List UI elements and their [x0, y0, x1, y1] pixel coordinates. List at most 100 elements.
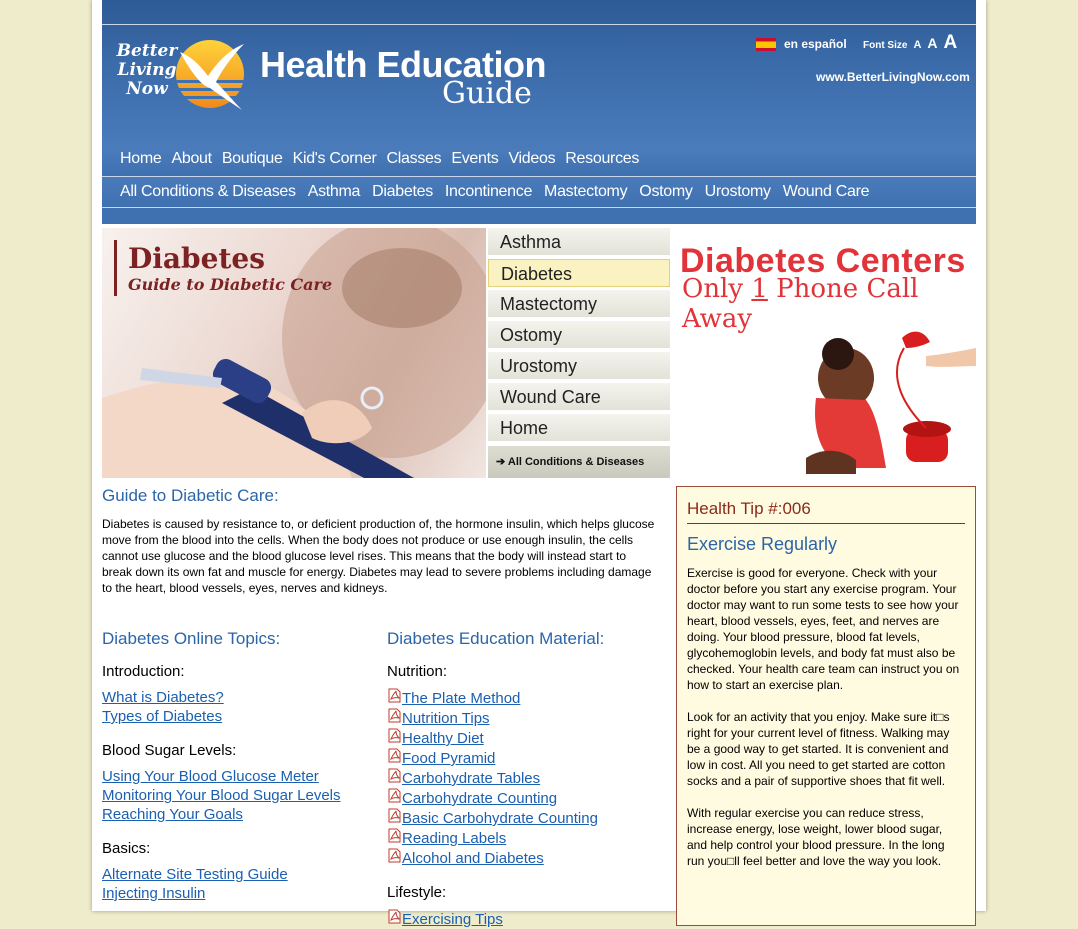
pdf-material-label: Reading Labels [402, 830, 507, 847]
language-link[interactable]: en español [756, 36, 847, 52]
side-item-ostomy[interactable]: Ostomy [488, 321, 670, 349]
topics-intro-links: What is Diabetes? Types of Diabetes [102, 688, 382, 726]
nav-classes[interactable]: Classes [387, 150, 442, 168]
health-tip-paragraph: With regular exercise you can reduce str… [687, 806, 945, 868]
topic-link[interactable]: Monitoring Your Blood Sugar Levels [102, 786, 382, 805]
conditions-side-menu: Asthma Diabetes Mastectomy Ostomy Urosto… [488, 228, 670, 478]
pdf-material-label: Carbohydrate Counting [402, 790, 558, 807]
pdf-material-link[interactable]: Healthy Diet [387, 728, 667, 748]
nav-all-conditions[interactable]: All Conditions & Diseases [120, 183, 296, 201]
side-all-label: All Conditions & Diseases [507, 456, 645, 468]
side-item-home[interactable]: Home [488, 414, 670, 442]
ad-tagline-part1: Only [682, 274, 752, 304]
nav-mastectomy[interactable]: Mastectomy [544, 183, 628, 201]
font-size-medium-button[interactable]: A [927, 35, 937, 51]
nav-events[interactable]: Events [451, 150, 498, 168]
nav-home[interactable]: Home [120, 150, 162, 168]
header-divider [102, 24, 976, 25]
pdf-icon [388, 788, 401, 803]
site-subtitle: Guide [442, 76, 532, 111]
pdf-material-label: Carbohydrate Tables [402, 770, 541, 787]
topic-link[interactable]: Reaching Your Goals [102, 805, 382, 824]
pdf-material-link[interactable]: Carbohydrate Tables [387, 768, 667, 788]
pdf-material-label: Basic Carbohydrate Counting [402, 810, 598, 827]
pdf-material-link[interactable]: Exercising Tips [387, 909, 667, 929]
pdf-material-link[interactable]: Carbohydrate Counting [387, 788, 667, 808]
nav-urostomy[interactable]: Urostomy [705, 183, 771, 201]
materials-section-nutrition: Nutrition: [387, 663, 448, 680]
pdf-material-label: Nutrition Tips [402, 710, 490, 727]
pdf-material-link[interactable]: The Plate Method [387, 688, 667, 708]
side-item-urostomy[interactable]: Urostomy [488, 352, 670, 380]
pdf-icon [388, 748, 401, 763]
nav-diabetes[interactable]: Diabetes [372, 183, 433, 201]
pdf-icon [388, 728, 401, 743]
pdf-material-link[interactable]: Nutrition Tips [387, 708, 667, 728]
spain-flag-icon [756, 37, 776, 51]
health-tip-paragraph: Look for an activity that you enjoy. Mak… [687, 710, 950, 788]
education-material-title: Diabetes Education Material: [387, 629, 605, 648]
primary-nav: Home About Boutique Kid's Corner Classes… [120, 150, 639, 168]
pdf-material-label: Food Pyramid [402, 750, 496, 767]
side-item-mastectomy[interactable]: Mastectomy [488, 290, 670, 318]
nav-videos[interactable]: Videos [508, 150, 555, 168]
materials-nutrition-links: The Plate Method Nutrition Tips Healthy Di… [387, 688, 667, 868]
pdf-material-label: Healthy Diet [402, 730, 484, 747]
side-item-diabetes[interactable]: Diabetes [488, 259, 670, 287]
health-tip-box: Health Tip #:006 Exercise Regularly Exer… [676, 486, 976, 926]
topic-link[interactable]: Injecting Insulin [102, 884, 382, 903]
pdf-material-label: The Plate Method [402, 690, 521, 707]
nav-kids-corner[interactable]: Kid's Corner [293, 150, 377, 168]
font-size-small-button[interactable]: A [913, 39, 921, 51]
topics-basics-links: Alternate Site Testing Guide Injecting I… [102, 865, 382, 903]
arrow-right-icon: ➔ [496, 456, 506, 468]
topics-section-blood-sugar: Blood Sugar Levels: [102, 742, 237, 759]
side-item-all-conditions[interactable]: ➔ All Conditions & Diseases [488, 446, 670, 478]
materials-lifestyle-links: Exercising Tips [387, 909, 667, 929]
topics-section-intro: Introduction: [102, 663, 185, 680]
topic-link[interactable]: Alternate Site Testing Guide [102, 865, 382, 884]
diabetes-centers-ad[interactable]: Diabetes Centers Only 1 Phone Call Away [676, 228, 976, 478]
health-tip-number: Health Tip #:006 [687, 499, 965, 524]
side-item-asthma[interactable]: Asthma [488, 228, 670, 256]
font-size-large-button[interactable]: A [944, 32, 958, 54]
hero-title: Diabetes [128, 242, 265, 275]
hero-banner: Diabetes Guide to Diabetic Care [102, 228, 486, 478]
guide-heading: Guide to Diabetic Care: [102, 486, 279, 505]
pdf-icon [388, 848, 401, 863]
pdf-material-link[interactable]: Food Pyramid [387, 748, 667, 768]
nav-resources[interactable]: Resources [565, 150, 639, 168]
education-material-column: Diabetes Education Material: Nutrition: … [387, 629, 667, 929]
nav-about[interactable]: About [171, 150, 212, 168]
pdf-icon [388, 909, 401, 924]
hero-accent-bar [114, 240, 117, 296]
site-logo[interactable]: Better Living Now [112, 34, 252, 114]
pdf-material-label: Exercising Tips [402, 911, 503, 928]
intro-paragraph: Diabetes is caused by resistance to, or … [102, 517, 655, 595]
topics-section-basics: Basics: [102, 840, 151, 857]
topic-link[interactable]: Types of Diabetes [102, 707, 382, 726]
pdf-icon [388, 808, 401, 823]
pdf-icon [388, 828, 401, 843]
nav-wound-care[interactable]: Wound Care [783, 183, 870, 201]
font-size-label: Font Size [863, 40, 908, 51]
materials-section-lifestyle: Lifestyle: [387, 884, 447, 901]
pdf-material-link[interactable]: Alcohol and Diabetes [387, 848, 667, 868]
nav-asthma[interactable]: Asthma [308, 183, 361, 201]
online-topics-title: Diabetes Online Topics: [102, 629, 281, 648]
font-size-controls: Font Size A A A [863, 32, 957, 54]
conditions-nav: All Conditions & Diseases Asthma Diabete… [102, 176, 976, 208]
pdf-material-link[interactable]: Basic Carbohydrate Counting [387, 808, 667, 828]
ad-tagline-number: 1 [751, 274, 768, 304]
site-url-link[interactable]: www.BetterLivingNow.com [816, 70, 970, 84]
side-item-wound-care[interactable]: Wound Care [488, 383, 670, 411]
topic-link[interactable]: Using Your Blood Glucose Meter [102, 767, 382, 786]
topic-link[interactable]: What is Diabetes? [102, 688, 382, 707]
baby-phone-photo-icon [806, 331, 976, 474]
pdf-material-link[interactable]: Reading Labels [387, 828, 667, 848]
nav-incontinence[interactable]: Incontinence [445, 183, 532, 201]
nav-boutique[interactable]: Boutique [222, 150, 283, 168]
pdf-icon [388, 768, 401, 783]
health-tip-paragraph: Exercise is good for everyone. Check wit… [687, 566, 960, 692]
nav-ostomy[interactable]: Ostomy [639, 183, 693, 201]
